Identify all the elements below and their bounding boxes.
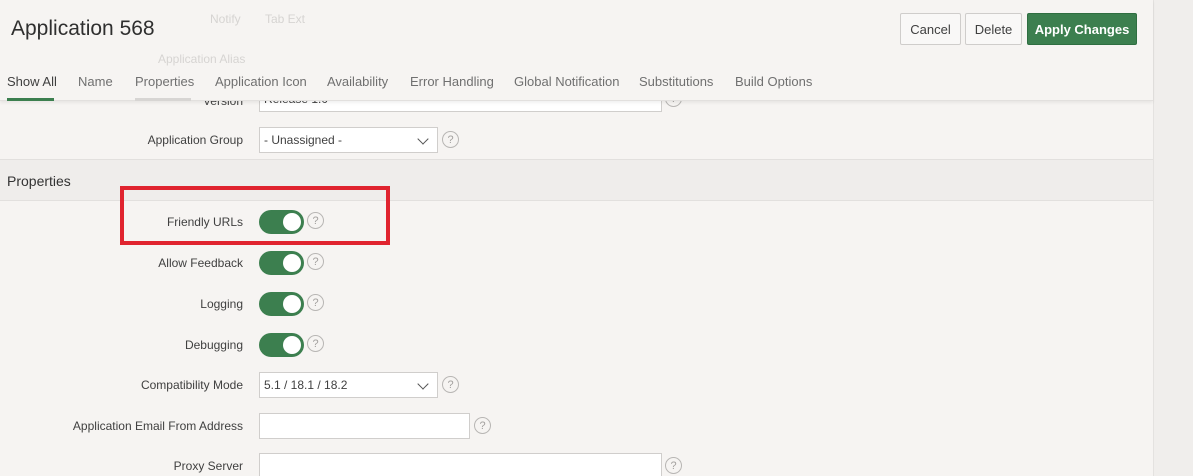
page-title: Application 568 [11, 17, 155, 40]
tab-properties[interactable]: Properties [135, 74, 194, 89]
section-title: Properties [7, 173, 71, 189]
debugging-help-icon[interactable]: ? [307, 335, 324, 352]
ghost-text: Notify [210, 12, 241, 26]
right-gutter [1153, 0, 1193, 476]
email-from-address-input[interactable] [259, 413, 470, 439]
page-header: Notify Tab Ext Application Alias Applica… [0, 0, 1153, 101]
allow-feedback-label: Allow Feedback [158, 256, 243, 270]
toggle-knob [283, 336, 301, 354]
chevron-down-icon [417, 378, 429, 390]
application-group-select[interactable]: - Unassigned - [259, 127, 438, 153]
application-group-help-icon[interactable]: ? [442, 131, 459, 148]
compatibility-mode-value: 5.1 / 18.1 / 18.2 [264, 378, 348, 392]
ghost-text: Tab Ext [265, 12, 306, 26]
tab-error-handling[interactable]: Error Handling [410, 74, 494, 89]
proxy-server-input[interactable] [259, 453, 662, 476]
logging-label: Logging [200, 297, 243, 311]
highlight-annotation-box [120, 186, 390, 245]
tab-show-all[interactable]: Show All [7, 74, 57, 89]
toggle-knob [283, 254, 301, 272]
compatibility-mode-help-icon[interactable]: ? [442, 376, 459, 393]
compatibility-mode-select[interactable]: 5.1 / 18.1 / 18.2 [259, 372, 438, 398]
tab-substitutions[interactable]: Substitutions [639, 74, 713, 89]
application-group-label: Application Group [147, 133, 243, 147]
logging-toggle[interactable] [259, 292, 304, 316]
allow-feedback-toggle[interactable] [259, 251, 304, 275]
compatibility-mode-label: Compatibility Mode [140, 378, 243, 392]
toggle-knob [283, 295, 301, 313]
debugging-label: Debugging [184, 338, 243, 352]
allow-feedback-help-icon[interactable]: ? [307, 253, 324, 270]
application-group-value: - Unassigned - [264, 133, 343, 147]
cancel-button[interactable]: Cancel [900, 13, 961, 45]
tab-application-icon[interactable]: Application Icon [215, 74, 307, 89]
delete-button[interactable]: Delete [965, 13, 1022, 45]
tab-hover-indicator [135, 98, 191, 101]
main-panel: Release 1.0 Version ? Application Group … [0, 0, 1153, 476]
email-from-address-label: Application Email From Address [72, 419, 243, 433]
logging-help-icon[interactable]: ? [307, 294, 324, 311]
apply-changes-button[interactable]: Apply Changes [1027, 13, 1137, 45]
chevron-down-icon [417, 133, 429, 145]
tab-bar: Show All Name Properties Application Ico… [0, 66, 900, 101]
tab-name[interactable]: Name [78, 74, 113, 89]
proxy-server-help-icon[interactable]: ? [665, 457, 682, 474]
debugging-toggle[interactable] [259, 333, 304, 357]
proxy-server-label: Proxy Server [173, 459, 243, 473]
email-from-address-help-icon[interactable]: ? [474, 417, 491, 434]
tab-build-options[interactable]: Build Options [735, 74, 812, 89]
tab-global-notification[interactable]: Global Notification [514, 74, 620, 89]
tab-availability[interactable]: Availability [327, 74, 388, 89]
tab-active-indicator [7, 98, 54, 101]
ghost-text: Application Alias [158, 52, 246, 66]
